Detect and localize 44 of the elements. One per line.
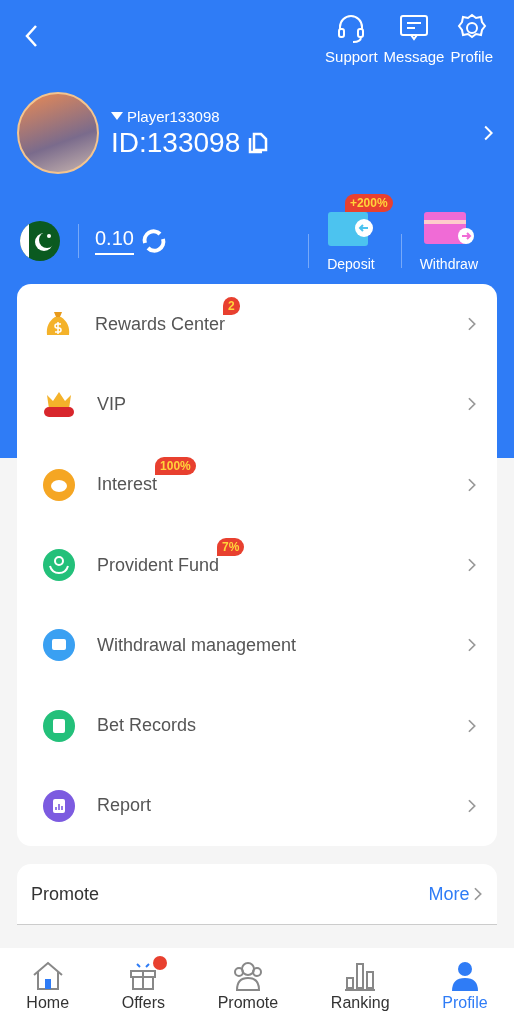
top-action-button[interactable]: Profile xyxy=(447,12,496,65)
menu-item[interactable]: Interest 100% xyxy=(17,444,497,525)
more-link[interactable]: More xyxy=(428,883,483,905)
wallet-icon xyxy=(43,629,75,662)
menu-item[interactable]: VIP xyxy=(17,364,497,445)
chevron-right-icon xyxy=(467,476,477,493)
menu-item[interactable]: Withdrawal management xyxy=(17,605,497,686)
chevron-right-icon xyxy=(467,396,477,413)
chevron-right-icon xyxy=(467,637,477,654)
top-action-button[interactable]: Message xyxy=(380,12,448,65)
top-action-button[interactable]: Support xyxy=(322,12,381,65)
bar-chart-icon xyxy=(343,960,378,992)
dropdown-caret-icon xyxy=(111,112,123,120)
balance-amount: 0.10 xyxy=(95,227,134,255)
chevron-right-icon xyxy=(473,886,483,903)
chart-report-icon xyxy=(43,789,75,822)
menu-item[interactable]: Bet Records xyxy=(17,685,497,766)
count-badge: 100% xyxy=(155,457,196,476)
nav-tab[interactable]: Profile xyxy=(436,960,494,1012)
menu-item[interactable]: Report xyxy=(17,765,497,847)
bonus-badge: +200% xyxy=(344,194,393,212)
fund-icon xyxy=(43,549,75,582)
pakistan-flag-icon xyxy=(20,221,60,261)
count-badge: 2 xyxy=(223,296,240,315)
copy-icon[interactable] xyxy=(248,131,269,154)
chevron-right-icon xyxy=(467,797,477,814)
player-name: Player133098 xyxy=(127,107,220,125)
menu-item[interactable]: Provident Fund 7% xyxy=(17,524,497,606)
deposit-wallet-icon xyxy=(327,210,374,248)
count-badge: 7% xyxy=(217,537,245,556)
withdraw-button[interactable]: Withdraw xyxy=(409,194,496,272)
menu-item[interactable]: Rewards Center 2 xyxy=(17,284,497,365)
nav-tab[interactable]: Offers xyxy=(115,960,171,1012)
chevron-right-icon xyxy=(483,124,494,142)
chevron-right-icon xyxy=(467,557,477,574)
promote-title: Promote xyxy=(31,883,101,905)
nav-tab[interactable]: Promote xyxy=(211,960,285,1012)
nav-tab[interactable]: Ranking xyxy=(324,960,396,1012)
deposit-button[interactable]: Deposit +200% xyxy=(317,194,393,272)
chevron-right-icon xyxy=(467,316,477,333)
nav-tab[interactable]: Home xyxy=(20,960,76,1012)
player-id: ID:133098 xyxy=(111,126,241,159)
chevron-right-icon xyxy=(467,717,477,734)
back-icon xyxy=(24,24,38,48)
